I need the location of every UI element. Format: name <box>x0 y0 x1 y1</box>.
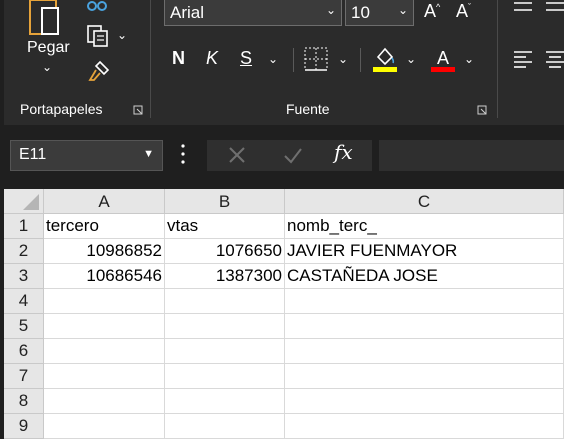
toolbar-separator <box>293 48 294 72</box>
paste-chevron-icon[interactable]: ⌄ <box>42 60 52 74</box>
font-color-icon[interactable]: A <box>430 45 456 73</box>
caret-down-icon: ▼ <box>143 148 154 160</box>
empty-cell[interactable] <box>44 339 165 364</box>
empty-cell[interactable] <box>165 389 285 414</box>
worksheet-grid: A B C 1 2 3 4 5 6 7 8 9 tercero vtas nom… <box>4 189 564 439</box>
empty-cell[interactable] <box>44 289 165 314</box>
insert-function-button[interactable]: fx <box>334 140 353 164</box>
empty-cell[interactable] <box>165 289 285 314</box>
increase-font-size-button[interactable]: A^ <box>424 1 440 22</box>
font-size-value: 10 <box>351 3 370 22</box>
font-name-value: Arial <box>170 3 205 22</box>
cancel-icon[interactable] <box>228 146 246 164</box>
align-top-icon[interactable] <box>512 0 534 14</box>
cell-c2[interactable]: JAVIER FUENMAYOR <box>285 239 564 264</box>
ribbon-edge <box>0 0 4 125</box>
empty-cell[interactable] <box>285 289 564 314</box>
empty-cell[interactable] <box>165 364 285 389</box>
chevron-down-icon: ⌄ <box>325 3 336 17</box>
font-group-label: Fuente <box>286 101 330 117</box>
ribbon: Pegar ⌄ ⌄ Portapapeles Arial ⌄ 10 ⌄ A^ A… <box>0 0 564 125</box>
row-header[interactable]: 3 <box>4 264 44 289</box>
enter-check-icon[interactable] <box>283 147 303 164</box>
align-center-icon[interactable] <box>544 48 564 70</box>
bold-button[interactable]: N <box>172 48 185 69</box>
formula-input[interactable] <box>379 140 564 171</box>
font-launcher-icon[interactable] <box>477 105 487 115</box>
empty-cell[interactable] <box>285 414 564 439</box>
group-separator <box>497 0 498 118</box>
fill-color-icon[interactable] <box>372 45 398 73</box>
more-options-icon[interactable] <box>181 142 185 166</box>
row-header[interactable]: 9 <box>4 414 44 439</box>
empty-cell[interactable] <box>165 414 285 439</box>
column-header-a[interactable]: A <box>44 189 165 214</box>
cell-a2[interactable]: 10986852 <box>44 239 165 264</box>
clipboard-group-label: Portapapeles <box>20 101 103 117</box>
column-header-b[interactable]: B <box>165 189 285 214</box>
align-left-icon[interactable] <box>512 48 534 70</box>
font-color-chevron-icon[interactable]: ⌄ <box>464 52 474 66</box>
empty-cell[interactable] <box>44 314 165 339</box>
group-separator <box>150 0 151 118</box>
formula-bar: E11 ▼ fx <box>0 125 564 189</box>
row-header[interactable]: 5 <box>4 314 44 339</box>
cell-a3[interactable]: 10686546 <box>44 264 165 289</box>
clipboard-launcher-icon[interactable] <box>133 105 143 115</box>
format-painter-icon[interactable] <box>86 58 112 84</box>
cell-b2[interactable]: 1076650 <box>165 239 285 264</box>
empty-cell[interactable] <box>165 314 285 339</box>
cell-c3[interactable]: CASTAÑEDA JOSE <box>285 264 564 289</box>
cell-c1[interactable]: nomb_terc_ <box>285 214 564 239</box>
empty-cell[interactable] <box>285 364 564 389</box>
underline-button[interactable]: S <box>240 48 252 69</box>
empty-cell[interactable] <box>44 389 165 414</box>
empty-cell[interactable] <box>285 339 564 364</box>
row-header[interactable]: 8 <box>4 389 44 414</box>
empty-cell[interactable] <box>285 389 564 414</box>
cell-a1[interactable]: tercero <box>44 214 165 239</box>
align-middle-icon[interactable] <box>544 0 564 14</box>
svg-text:A: A <box>437 48 449 68</box>
decrease-font-size-button[interactable]: Aˇ <box>456 1 471 22</box>
font-name-dropdown[interactable]: Arial ⌄ <box>164 0 342 26</box>
toolbar-separator <box>360 48 361 72</box>
font-size-dropdown[interactable]: 10 ⌄ <box>345 0 414 26</box>
column-header-c[interactable]: C <box>285 189 564 214</box>
decrease-font-size-label: A <box>456 1 469 21</box>
cut-icon[interactable] <box>86 0 108 12</box>
cell-b3[interactable]: 1387300 <box>165 264 285 289</box>
increase-font-size-label: A <box>424 1 437 21</box>
row-header[interactable]: 6 <box>4 339 44 364</box>
borders-icon[interactable] <box>304 47 328 71</box>
paste-icon[interactable] <box>26 0 74 38</box>
row-header[interactable]: 2 <box>4 239 44 264</box>
select-all-triangle-icon <box>23 194 39 210</box>
row-header[interactable]: 1 <box>4 214 44 239</box>
empty-cell[interactable] <box>44 364 165 389</box>
row-header[interactable]: 4 <box>4 289 44 314</box>
paste-label[interactable]: Pegar <box>27 39 70 57</box>
name-box-value: E11 <box>19 146 47 163</box>
underline-chevron-icon[interactable]: ⌄ <box>268 52 278 66</box>
empty-cell[interactable] <box>165 339 285 364</box>
italic-button[interactable]: K <box>206 48 218 69</box>
copy-icon[interactable] <box>86 24 110 48</box>
empty-cell[interactable] <box>44 414 165 439</box>
fill-color-chevron-icon[interactable]: ⌄ <box>406 52 416 66</box>
name-box[interactable]: E11 ▼ <box>10 140 163 171</box>
borders-chevron-icon[interactable]: ⌄ <box>338 52 348 66</box>
empty-cell[interactable] <box>285 314 564 339</box>
select-all-button[interactable] <box>4 189 44 214</box>
cell-b1[interactable]: vtas <box>165 214 285 239</box>
row-header[interactable]: 7 <box>4 364 44 389</box>
copy-chevron-icon[interactable]: ⌄ <box>117 28 127 42</box>
chevron-down-icon: ⌄ <box>397 3 408 17</box>
